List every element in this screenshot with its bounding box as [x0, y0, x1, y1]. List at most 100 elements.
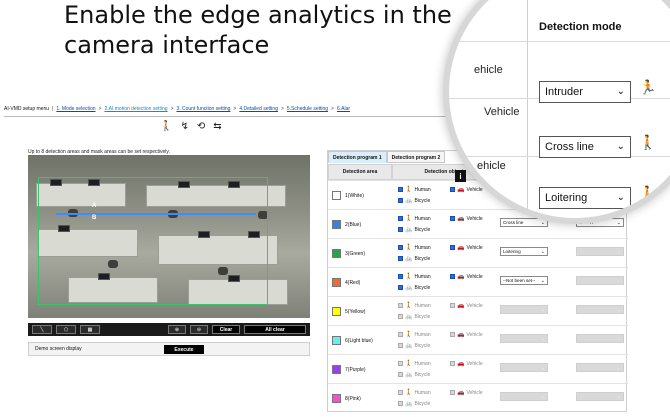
nav-alarm[interactable]: 6.Alar [337, 106, 350, 112]
detection-mode-select[interactable]: ⌄ [500, 334, 548, 343]
bicycle-checkbox[interactable]: 🚲 Bicycle [398, 342, 430, 349]
bicycle-checkbox[interactable]: 🚲 Bicycle [398, 313, 430, 320]
vehicle-checkbox[interactable]: 🚗 Vehicle [450, 360, 483, 367]
mag-header: Detection mode [539, 21, 622, 33]
human-checkbox[interactable]: 🚶 Human [398, 331, 431, 338]
area-color-swatch [332, 394, 341, 403]
chevron-down-icon: ⌄ [540, 220, 545, 226]
intruder-icon: 🏃 [639, 79, 657, 95]
direction-select[interactable]: ⌄ [576, 247, 624, 256]
human-icon: 🚶 [405, 303, 413, 309]
human-icon: 🚶 [405, 245, 413, 251]
tab-program-1[interactable]: Detection program 1 [328, 151, 387, 163]
polygon-tool-icon: ⬠ [63, 326, 69, 333]
direction-select[interactable]: ⌄ [576, 305, 624, 314]
bicycle-icon: 🚲 [405, 227, 413, 233]
vehicle-checkbox[interactable]: 🚗 Vehicle [450, 389, 483, 396]
vehicle-checkbox[interactable]: 🚗 Vehicle [450, 244, 483, 251]
bicycle-icon: 🚲 [405, 372, 413, 378]
program-tabs: Detection program 1 Detection program 2 [328, 151, 446, 163]
nav-detailed-setting[interactable]: 4.Detailed setting [239, 106, 278, 112]
bicycle-checkbox[interactable]: 🚲 Bicycle [398, 255, 430, 262]
all-clear-button[interactable]: All clear [244, 325, 306, 334]
human-checkbox[interactable]: 🚶 Human [398, 215, 431, 222]
vehicle-checkbox[interactable]: 🚗 Vehicle [450, 273, 483, 280]
bicycle-icon: 🚲 [405, 401, 413, 407]
tab-program-2[interactable]: Detection program 2 [386, 151, 446, 163]
line-tool-button[interactable]: ╲ [32, 325, 52, 334]
chevron-down-icon: ⌄ [616, 220, 621, 226]
zoom-in-button[interactable]: ⊕ [168, 325, 186, 334]
mask-tool-button[interactable]: ▦ [80, 325, 100, 334]
detection-mode-select[interactable]: --Not been set-- ⌄ [500, 276, 548, 285]
bicycle-checkbox[interactable]: 🚲 Bicycle [398, 226, 430, 233]
detection-mode-select[interactable]: ⌄ [500, 363, 548, 372]
area-cell: 2(Blue) [332, 210, 392, 239]
line-label-b: B [92, 215, 97, 221]
bicycle-checkbox[interactable]: 🚲 Bicycle [398, 197, 430, 204]
chevron-down-icon: ⌄ [616, 278, 621, 284]
detection-mode-select[interactable]: ⌄ [500, 305, 548, 314]
chevron-down-icon: ⌄ [540, 249, 545, 255]
chevron-down-icon: ⌄ [616, 192, 625, 203]
nav-schedule-setting[interactable]: 5.Schedule setting [287, 106, 328, 112]
vehicle-icon: 🚗 [457, 361, 465, 367]
detection-area-green[interactable] [38, 177, 268, 305]
direction-select[interactable]: ⌄ [576, 392, 624, 401]
loitering-icon: 🚶 [639, 185, 657, 201]
area-label: 5(Yellow) [345, 308, 366, 315]
mag-mode-select-1[interactable]: Intruder ⌄ [539, 81, 631, 103]
chevron-down-icon: ⌄ [540, 278, 545, 284]
area-color-swatch [332, 307, 341, 316]
human-checkbox[interactable]: 🚶 Human [398, 273, 431, 280]
chevron-down-icon: ⌄ [616, 365, 621, 371]
human-icon: 🚶 [405, 361, 413, 367]
bicycle-checkbox[interactable]: 🚲 Bicycle [398, 284, 430, 291]
bicycle-icon: 🚲 [405, 285, 413, 291]
table-row: 5(Yellow) 🚶 Human 🚗 Vehicle 🚲 Bicycle ⌄ ⌄ [328, 296, 628, 325]
human-icon: 🚶 [405, 390, 413, 396]
menu-title: AI-VMD setup menu [4, 106, 50, 112]
direction-select[interactable]: ⌄ [576, 334, 624, 343]
detection-mode-select[interactable]: ⌄ [500, 392, 548, 401]
camera-view[interactable]: A B [28, 155, 310, 318]
bicycle-checkbox[interactable]: 🚲 Bicycle [398, 400, 430, 407]
clear-button[interactable]: Clear [212, 325, 240, 334]
detection-mode-select[interactable]: Loitering ⌄ [500, 247, 548, 256]
bicycle-checkbox[interactable]: 🚲 Bicycle [398, 371, 430, 378]
area-cell: 6(Light blue) [332, 326, 392, 355]
vehicle-icon: 🚗 [457, 274, 465, 280]
mag-mode-select-2[interactable]: Cross line ⌄ [539, 136, 631, 158]
cross-line-icon: 🚶 [639, 134, 657, 150]
area-cell: 1(White) [332, 181, 392, 210]
mag-row-divider [449, 41, 670, 42]
direction-select[interactable]: ⌄ [576, 276, 624, 285]
nav-mode-selection[interactable]: 1. Mode selection [56, 106, 95, 112]
human-checkbox[interactable]: 🚶 Human [398, 244, 431, 251]
nav-count-function[interactable]: 3. Count function setting [176, 106, 230, 112]
line-label-a: A [92, 203, 97, 209]
area-cell: 8(Pink) [332, 384, 392, 413]
chevron-down-icon: ⌄ [540, 336, 545, 342]
nav-ai-motion-detection[interactable]: 2.AI motion detection setting [104, 106, 167, 112]
zoom-out-button[interactable]: ⊖ [190, 325, 208, 334]
demo-screen-row: Demo screen display Execute [28, 342, 310, 356]
polygon-tool-button[interactable]: ⬠ [56, 325, 76, 334]
area-cell: 5(Yellow) [332, 297, 392, 326]
direction-select[interactable]: ⌄ [576, 363, 624, 372]
bicycle-icon: 🚲 [405, 343, 413, 349]
human-checkbox[interactable]: 🚶 Human [398, 360, 431, 367]
chevron-down-icon: ⌄ [540, 394, 545, 400]
human-checkbox[interactable]: 🚶 Human [398, 186, 431, 193]
vehicle-checkbox[interactable]: 🚗 Vehicle [450, 331, 483, 338]
table-row: 8(Pink) 🚶 Human 🚗 Vehicle 🚲 Bicycle ⌄ ⌄ [328, 383, 628, 412]
area-color-swatch [332, 336, 341, 345]
cross-line-blue[interactable] [56, 213, 256, 215]
vehicle-checkbox[interactable]: 🚗 Vehicle [450, 302, 483, 309]
human-checkbox[interactable]: 🚶 Human [398, 302, 431, 309]
execute-button[interactable]: Execute [164, 345, 204, 354]
area-label: 3(Green) [345, 250, 366, 257]
chevron-down-icon: ⌄ [616, 249, 621, 255]
human-checkbox[interactable]: 🚶 Human [398, 389, 431, 396]
mag-mode-select-3[interactable]: Loitering ⌄ [539, 187, 631, 209]
